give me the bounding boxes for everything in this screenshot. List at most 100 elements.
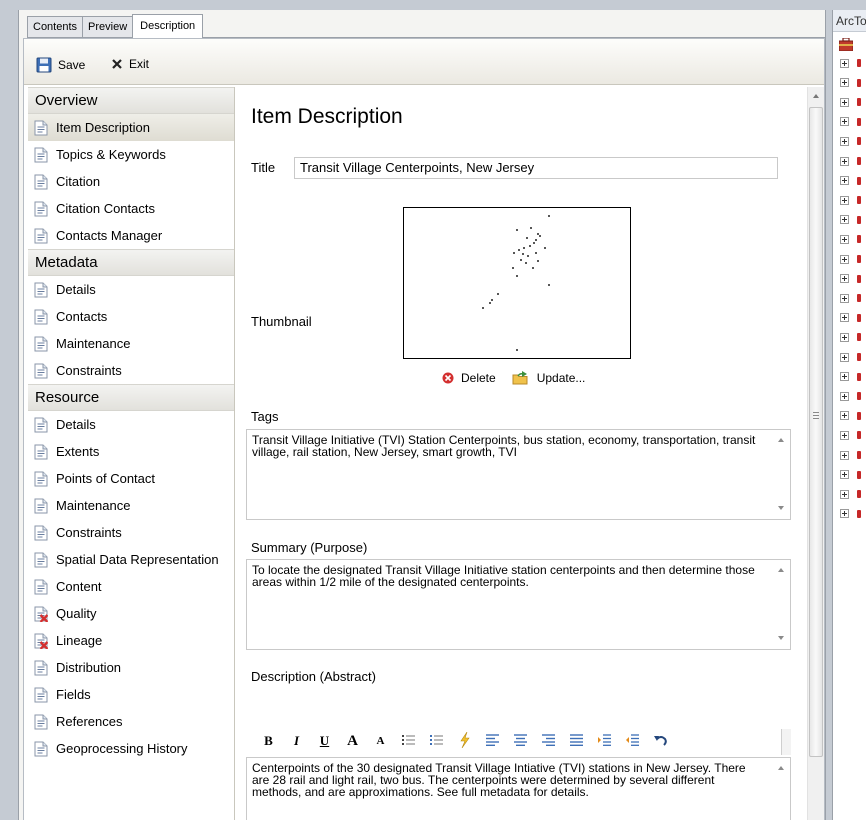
italic-button[interactable]: I <box>284 733 309 749</box>
toolbox-tree-row[interactable] <box>840 370 861 384</box>
sidebar-item-resource-distribution[interactable]: Distribution <box>28 654 234 681</box>
toolbox-tree-row[interactable] <box>840 95 861 109</box>
toolbox-tree-row[interactable] <box>840 115 861 129</box>
expand-plus-icon[interactable] <box>840 411 849 421</box>
toolbox-tree-row[interactable] <box>840 76 861 90</box>
description-scrollbar[interactable] <box>772 758 790 820</box>
save-button[interactable]: Save <box>36 57 85 73</box>
expand-plus-icon[interactable] <box>840 78 849 88</box>
sidebar-item-resource-details[interactable]: Details <box>28 411 234 438</box>
align-right-icon[interactable] <box>536 733 561 749</box>
align-center-icon[interactable] <box>508 733 533 749</box>
expand-plus-icon[interactable] <box>840 352 849 362</box>
sidebar-item-metadata-maintenance[interactable]: Maintenance <box>28 330 234 357</box>
outdent-icon[interactable] <box>620 733 645 749</box>
expand-plus-icon[interactable] <box>840 332 849 342</box>
toolbox-tree-row[interactable] <box>840 409 861 423</box>
expand-plus-icon[interactable] <box>840 293 849 303</box>
sidebar-item-resource-references[interactable]: References <box>28 708 234 735</box>
toolbox-tree-row[interactable] <box>840 213 861 227</box>
tab-contents[interactable]: Contents <box>27 16 84 38</box>
expand-plus-icon[interactable] <box>840 117 849 127</box>
sidebar-item-resource-spatial-data-representation[interactable]: Spatial Data Representation <box>28 546 234 573</box>
content-scrollbar[interactable] <box>807 87 824 820</box>
toolbox-tree-row[interactable] <box>840 507 861 521</box>
toolbox-tree-row[interactable] <box>840 330 861 344</box>
sidebar-item-resource-lineage[interactable]: Lineage <box>28 627 234 654</box>
toolbox-tree-row[interactable] <box>840 448 861 462</box>
tags-textarea[interactable]: Transit Village Initiative (TVI) Station… <box>246 429 791 520</box>
toolbox-tree-row[interactable] <box>840 350 861 364</box>
sidebar-item-resource-content[interactable]: Content <box>28 573 234 600</box>
bullet-list-icon[interactable] <box>396 734 421 749</box>
summary-scrollbar[interactable] <box>772 560 790 649</box>
toolbox-tree-row[interactable] <box>840 174 861 188</box>
expand-plus-icon[interactable] <box>840 195 849 205</box>
toolbox-tree-row[interactable] <box>840 428 861 442</box>
sidebar-item-resource-fields[interactable]: Fields <box>28 681 234 708</box>
sidebar-item-resource-points-of-contact[interactable]: Points of Contact <box>28 465 234 492</box>
expand-plus-icon[interactable] <box>840 430 849 440</box>
sidebar-item-metadata-contacts[interactable]: Contacts <box>28 303 234 330</box>
sidebar-item-resource-constraints[interactable]: Constraints <box>28 519 234 546</box>
toolbox-tree-row[interactable] <box>840 232 861 246</box>
toolbox-tree-row[interactable] <box>840 468 861 482</box>
toolbox-tree-row[interactable] <box>840 193 861 207</box>
toolbox-tree-row[interactable] <box>840 487 861 501</box>
toolbox-tree-row[interactable] <box>840 56 861 70</box>
toolbox-root[interactable] <box>839 38 853 51</box>
numbered-list-icon[interactable] <box>424 734 449 749</box>
sidebar-item-overview-citation-contacts[interactable]: Citation Contacts <box>28 195 234 222</box>
summary-textarea[interactable]: To locate the designated Transit Village… <box>246 559 791 650</box>
expand-plus-icon[interactable] <box>840 58 849 68</box>
expand-plus-icon[interactable] <box>840 470 849 480</box>
sidebar-item-overview-topics-keywords[interactable]: Topics & Keywords <box>28 141 234 168</box>
expand-plus-icon[interactable] <box>840 156 849 166</box>
sidebar-item-metadata-constraints[interactable]: Constraints <box>28 357 234 384</box>
exit-button[interactable]: Exit <box>111 57 149 71</box>
sidebar-item-overview-contacts-manager[interactable]: Contacts Manager <box>28 222 234 249</box>
expand-plus-icon[interactable] <box>840 234 849 244</box>
tab-preview[interactable]: Preview <box>82 16 134 38</box>
underline-button[interactable]: U <box>312 733 337 749</box>
scroll-up-arrow[interactable] <box>813 94 819 98</box>
expand-plus-icon[interactable] <box>840 215 849 225</box>
undo-icon[interactable] <box>648 734 673 749</box>
expand-plus-icon[interactable] <box>840 450 849 460</box>
sidebar-item-overview-item-description[interactable]: Item Description <box>28 114 234 141</box>
tags-scrollbar[interactable] <box>772 430 790 519</box>
sidebar-item-overview-citation[interactable]: Citation <box>28 168 234 195</box>
toolbox-tree-row[interactable] <box>840 272 861 286</box>
delete-thumbnail-button[interactable]: Delete <box>442 371 496 385</box>
sidebar-item-resource-maintenance[interactable]: Maintenance <box>28 492 234 519</box>
expand-plus-icon[interactable] <box>840 97 849 107</box>
scroll-thumb[interactable] <box>809 107 823 757</box>
toolbox-tree-row[interactable] <box>840 291 861 305</box>
toolbox-tree-row[interactable] <box>840 389 861 403</box>
indent-icon[interactable] <box>592 733 617 749</box>
expand-plus-icon[interactable] <box>840 313 849 323</box>
description-textarea[interactable]: Centerpoints of the 30 designated Transi… <box>246 757 791 820</box>
justify-icon[interactable] <box>564 733 589 749</box>
sidebar-item-resource-quality[interactable]: Quality <box>28 600 234 627</box>
sidebar-item-resource-geoprocessing-history[interactable]: Geoprocessing History <box>28 735 234 762</box>
update-thumbnail-button[interactable]: Update... <box>512 370 585 386</box>
expand-plus-icon[interactable] <box>840 176 849 186</box>
toolbox-tree-row[interactable] <box>840 252 861 266</box>
grow-font-button[interactable]: A <box>340 733 365 750</box>
expand-plus-icon[interactable] <box>840 136 849 146</box>
align-left-icon[interactable] <box>480 733 505 749</box>
expand-plus-icon[interactable] <box>840 509 849 519</box>
expand-plus-icon[interactable] <box>840 274 849 284</box>
title-field[interactable]: Transit Village Centerpoints, New Jersey <box>294 157 778 179</box>
highlight-icon[interactable] <box>452 731 477 751</box>
toolbox-tree-row[interactable] <box>840 311 861 325</box>
shrink-font-button[interactable]: A <box>368 735 393 747</box>
expand-plus-icon[interactable] <box>840 489 849 499</box>
toolbox-tree-row[interactable] <box>840 154 861 168</box>
expand-plus-icon[interactable] <box>840 391 849 401</box>
expand-plus-icon[interactable] <box>840 254 849 264</box>
toolbox-tree-row[interactable] <box>840 134 861 148</box>
sidebar-item-metadata-details[interactable]: Details <box>28 276 234 303</box>
tab-description[interactable]: Description <box>132 14 204 38</box>
